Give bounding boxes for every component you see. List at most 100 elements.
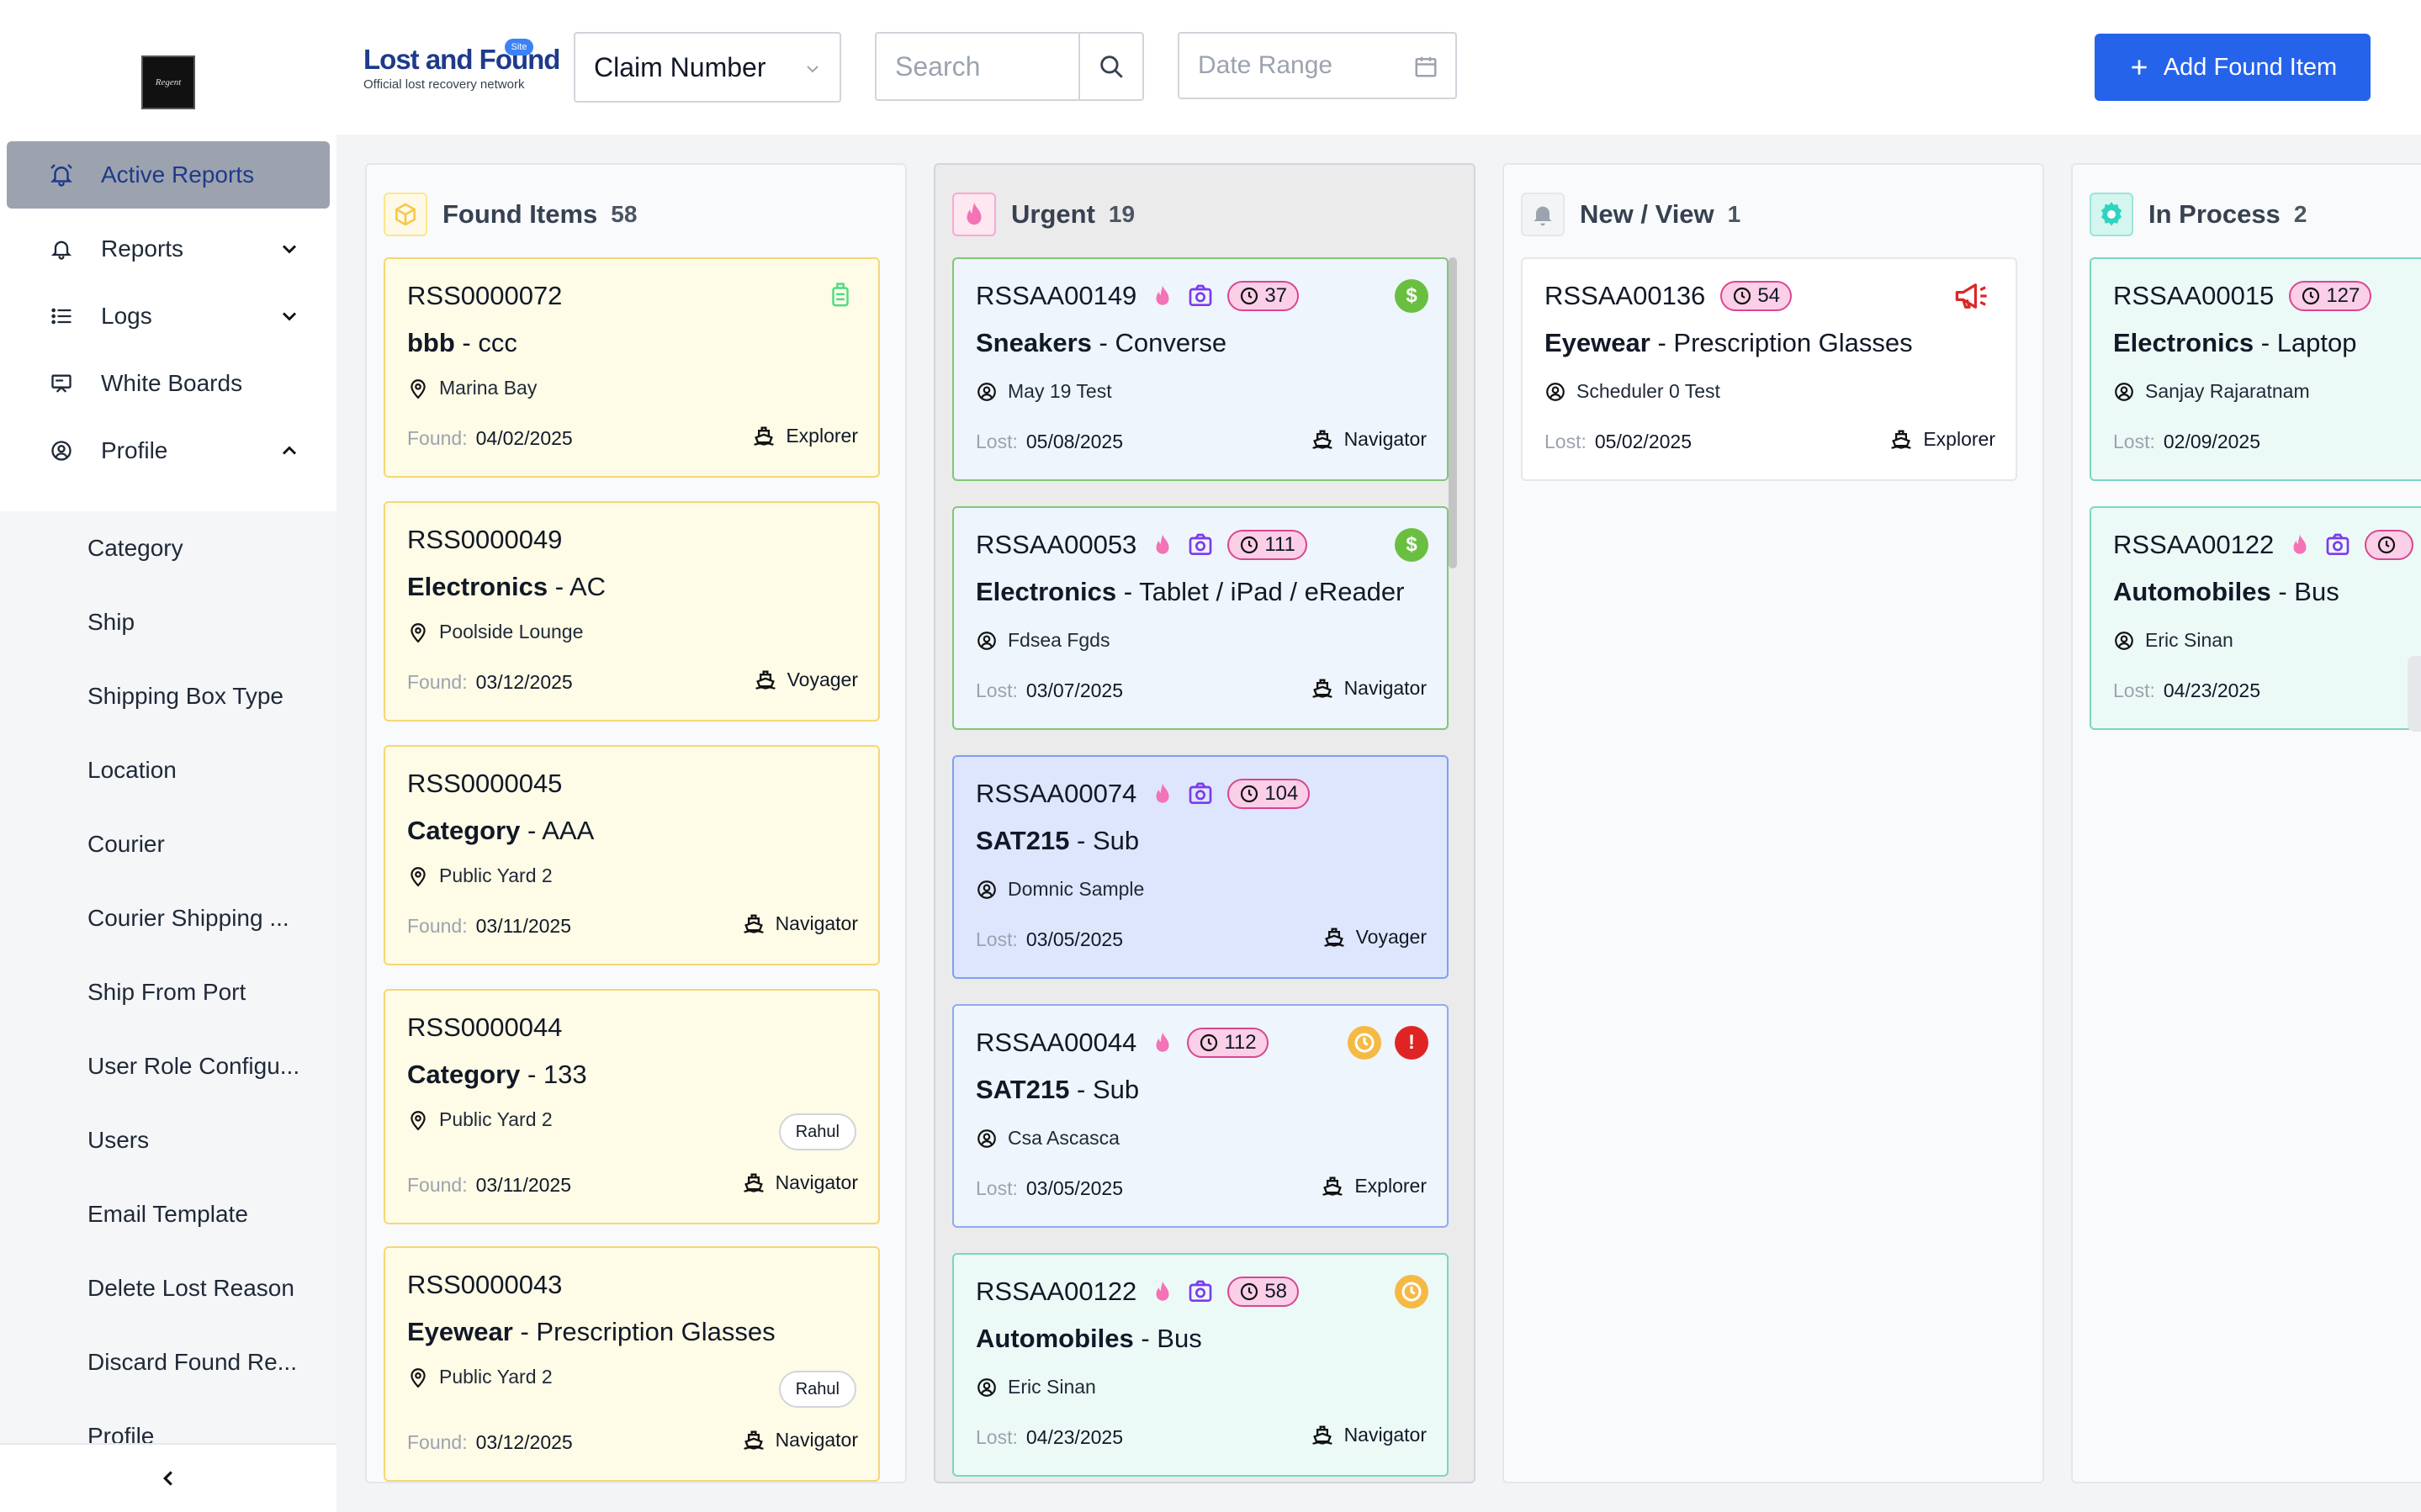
submenu-item[interactable]: Users: [0, 1103, 336, 1177]
status-icons: !: [1334, 1026, 1428, 1060]
item-subcategory: Converse: [1115, 328, 1227, 357]
add-found-item-button[interactable]: Add Found Item: [2095, 34, 2371, 101]
column-urgent: Urgent 19 RSSAA00149 37 $ Sneakers - Converse…: [934, 163, 1475, 1483]
submenu-item[interactable]: Courier: [0, 807, 336, 881]
camera-icon[interactable]: [1187, 780, 1214, 807]
calendar-icon: [1415, 56, 1437, 77]
collapse-sidebar-button[interactable]: [0, 1443, 336, 1512]
submenu-item[interactable]: Delete Lost Reason: [0, 1251, 336, 1325]
clock-icon: [1199, 1033, 1224, 1053]
nav-active-reports[interactable]: Active Reports: [7, 141, 330, 209]
date-range-picker[interactable]: Date Range: [1178, 32, 1457, 99]
submenu-item[interactable]: Category: [0, 511, 336, 585]
clock-icon: [1239, 784, 1264, 804]
submenu-item[interactable]: Discard Found Re...: [0, 1325, 336, 1399]
ship-name: Voyager: [787, 668, 858, 690]
user-icon: [1544, 381, 1576, 403]
item-category: Automobiles: [2113, 577, 2271, 606]
search-icon: [1100, 56, 1123, 78]
date-value: 03/05/2025: [1025, 1177, 1123, 1199]
submenu-item[interactable]: Ship: [0, 585, 336, 659]
brand-logo[interactable]: Site Lost and Found Official lost recove…: [363, 39, 560, 103]
assignee-chip: Rahul: [778, 1113, 856, 1150]
submenu-item[interactable]: User Role Configu...: [0, 1029, 336, 1103]
submenu-item[interactable]: Courier Shipping ...: [0, 881, 336, 955]
user-icon: [976, 381, 1008, 403]
days-open-value: 111: [1264, 533, 1295, 556]
ship-row: Navigator: [1311, 427, 1427, 451]
pending-clock-icon: [1395, 1275, 1428, 1308]
user-icon: [976, 630, 1008, 652]
search-input[interactable]: [877, 34, 1078, 99]
days-open-value: 37: [1264, 284, 1288, 307]
flame-icon: [2289, 532, 2311, 558]
report-card[interactable]: RSSAA00074 104 SAT215 - Sub Domnic Sample Lo…: [952, 755, 1449, 979]
claim-number: RSSAA00136: [1544, 281, 1706, 310]
camera-icon[interactable]: [1187, 531, 1214, 558]
date-value: 04/02/2025: [475, 427, 573, 449]
submenu-item[interactable]: Location: [0, 733, 336, 807]
days-open-badge: 54: [1720, 281, 1793, 311]
item-category: Electronics: [407, 572, 548, 601]
nav-logs[interactable]: Logs: [7, 283, 330, 350]
submenu-item[interactable]: Email Template: [0, 1177, 336, 1251]
date-value: 04/23/2025: [1025, 1426, 1123, 1448]
report-card[interactable]: RSSAA00122 58 Automobiles - Bus Eric Sinan L…: [952, 1253, 1449, 1477]
date-label: Found:: [407, 1174, 468, 1196]
report-card[interactable]: RSS0000045 Category - AAA Public Yard 2 Fou…: [384, 745, 880, 965]
main-nav: Active Reports Reports Logs White Boards: [0, 141, 336, 484]
nav-reports[interactable]: Reports: [7, 215, 330, 283]
flame-icon: [1152, 1279, 1173, 1304]
megaphone-icon[interactable]: [1953, 281, 1990, 311]
item-category: Eyewear: [407, 1317, 513, 1346]
ship-name: Navigator: [1343, 1423, 1427, 1446]
ship-row: Explorer: [1889, 427, 1995, 451]
company-logo[interactable]: Regent: [141, 56, 195, 109]
owner-name: Fdsea Fgds: [1008, 629, 1110, 651]
days-open-badge: 111: [1227, 530, 1307, 560]
item-title: Eyewear - Prescription Glasses: [1544, 328, 1913, 357]
submenu-item[interactable]: Ship From Port: [0, 955, 336, 1029]
clock-icon: [2376, 535, 2402, 555]
column-scrollbar[interactable]: [1449, 257, 1457, 568]
submenu-item[interactable]: Profile: [0, 1399, 336, 1443]
camera-icon[interactable]: [2324, 531, 2351, 558]
nav-white-boards[interactable]: White Boards: [7, 350, 330, 417]
location-row: Public Yard 2: [407, 1366, 553, 1388]
report-card[interactable]: RSS0000072 bbb - ccc Marina Bay Found: 04/02…: [384, 257, 880, 478]
report-card[interactable]: RSSAA00015 127 Electronics - Laptop Sanjay …: [2090, 257, 2421, 481]
days-open-badge: 104: [1227, 779, 1311, 809]
days-open-badge: 37: [1227, 281, 1300, 311]
date-label: Found:: [407, 1431, 468, 1453]
card-header-row: RSSAA00122: [2113, 526, 2414, 563]
item-category: Eyewear: [1544, 328, 1650, 357]
item-subcategory: AAA: [542, 816, 595, 845]
camera-icon[interactable]: [1187, 1278, 1214, 1305]
nav-profile[interactable]: Profile: [7, 417, 330, 484]
date-row: Lost: 05/02/2025: [1544, 431, 1692, 453]
camera-icon[interactable]: [1187, 283, 1214, 309]
search-button[interactable]: [1078, 34, 1142, 99]
submenu-item[interactable]: Shipping Box Type: [0, 659, 336, 733]
report-card[interactable]: RSS0000044 Category - 133 Public Yard 2 Rah…: [384, 989, 880, 1224]
column-header: Found Items 58: [384, 192, 637, 237]
report-card[interactable]: RSS0000043 Eyewear - Prescription Glasses…: [384, 1246, 880, 1482]
report-card[interactable]: RSSAA00044 112! SAT215 - Sub Csa Ascasca Los…: [952, 1004, 1449, 1228]
dollar-icon: $: [1395, 279, 1428, 313]
report-card[interactable]: RSS0000049 Electronics - AC Poolside Loung…: [384, 501, 880, 722]
report-card[interactable]: RSSAA00136 54 Eyewear - Prescription Glass…: [1521, 257, 2017, 481]
owner-row: Domnic Sample: [976, 878, 1144, 901]
item-category: Electronics: [2113, 328, 2254, 357]
claim-number: RSSAA00053: [976, 530, 1137, 559]
user-icon: [976, 879, 1008, 901]
card-header-row: RSS0000045: [407, 765, 577, 802]
report-card[interactable]: RSSAA00122 Automobiles - Bus Eric Sinan Los…: [2090, 506, 2421, 730]
location-pin-icon: [407, 378, 439, 399]
date-row: Lost: 03/05/2025: [976, 1177, 1123, 1200]
claim-number: RSSAA00074: [976, 779, 1137, 808]
location-row: Public Yard 2: [407, 864, 553, 887]
claim-number-select[interactable]: Claim Number: [574, 32, 841, 103]
side-drawer-tab[interactable]: [2408, 656, 2421, 732]
report-card[interactable]: RSSAA00149 37 $ Sneakers - Converse May 19 T…: [952, 257, 1449, 481]
report-card[interactable]: RSSAA00053 111 $ Electronics - Tablet / iPa…: [952, 506, 1449, 730]
